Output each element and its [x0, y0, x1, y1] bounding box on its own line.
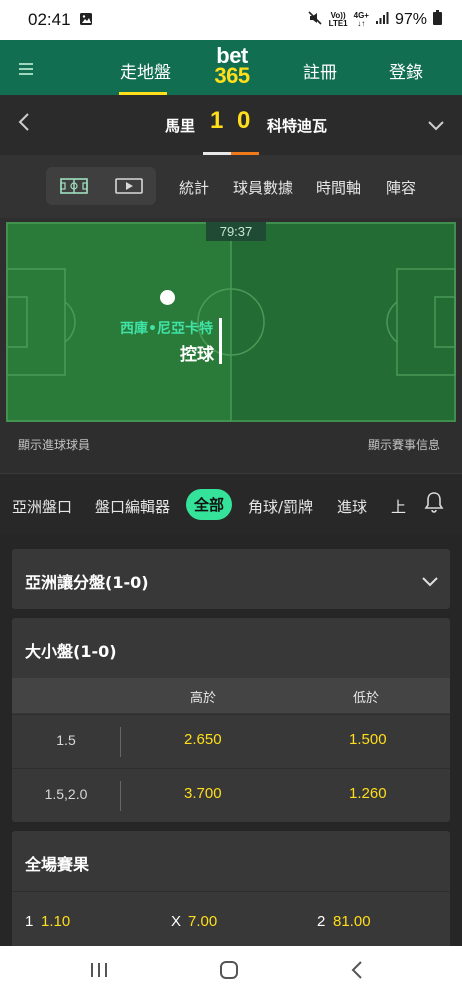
gallery-icon	[79, 11, 93, 30]
market-asian-handicap[interactable]: 亞洲讓分盤(1-0)	[12, 549, 450, 609]
home-icon[interactable]	[219, 960, 239, 984]
away-score: 0	[237, 107, 251, 134]
show-scorers-link[interactable]: 顯示進球球員	[18, 436, 90, 453]
status-bar: 02:41 Vo)) LTE1 4G+ ↓↑ 97%	[0, 0, 462, 40]
market-tab-more[interactable]: 上	[391, 496, 406, 517]
ball-icon	[160, 290, 175, 305]
chevron-left-icon[interactable]	[18, 112, 30, 138]
battery-icon	[433, 10, 442, 30]
tab-lineups[interactable]: 陣容	[386, 177, 416, 198]
bet365-logo[interactable]: bet 365	[207, 45, 257, 87]
market-over-under: 大小盤(1-0) 高於 低於 1.5 2.650 1.500 1.5,2.0 3…	[12, 618, 450, 822]
possession-marker	[219, 318, 222, 364]
market-title[interactable]: 全場賽果	[25, 851, 89, 875]
volte-indicator: Vo)) LTE1	[328, 11, 348, 28]
back-icon[interactable]	[350, 960, 364, 984]
market-title[interactable]: 大小盤(1-0)	[25, 638, 117, 662]
under-odds[interactable]: 1.260	[349, 785, 387, 802]
signal-icon	[375, 11, 389, 30]
col-under: 低於	[353, 691, 380, 706]
tab-stats[interactable]: 統計	[179, 177, 209, 198]
score-bar: 馬里 1 0 科特迪瓦	[0, 95, 462, 155]
market-tab-goals[interactable]: 進球	[337, 496, 367, 517]
mute-icon	[307, 10, 323, 31]
market-title: 亞洲讓分盤(1-0)	[25, 573, 149, 592]
chevron-down-icon[interactable]	[428, 112, 444, 136]
bell-icon[interactable]	[424, 491, 444, 517]
battery-percent: 97%	[394, 11, 427, 28]
top-nav: 走地盤 bet 365 註冊 登錄	[0, 40, 462, 95]
ou-line: 1.5,2.0	[44, 786, 88, 802]
divider	[120, 727, 121, 757]
market-tab-bet-builder[interactable]: 盤口編輯器	[95, 496, 170, 517]
football-pitch	[6, 222, 456, 422]
divider	[120, 781, 121, 811]
away-label: 2	[317, 913, 326, 930]
over-odds[interactable]: 3.700	[184, 785, 222, 802]
tab-player-stats[interactable]: 球員數據	[233, 177, 293, 198]
recent-apps-icon[interactable]	[89, 960, 109, 984]
market-tab-all[interactable]: 全部	[186, 489, 233, 520]
pitch-section: 79:37 西庫•尼亞卡特 控球 顯示進球球員 顯示賽事信息	[0, 218, 462, 473]
table-row: 1.5,2.0 3.700 1.260	[12, 768, 450, 821]
away-odds[interactable]: 81.00	[333, 913, 371, 930]
draw-label: X	[171, 913, 182, 930]
home-odds[interactable]: 1.10	[41, 913, 70, 930]
possession-team: 西庫•尼亞卡特	[120, 321, 213, 337]
away-team: 科特迪瓦	[267, 117, 328, 135]
market-full-time-result: 全場賽果 1 1.10 X 7.00 2 81.00	[12, 831, 450, 961]
nav-in-play[interactable]: 走地盤	[120, 58, 171, 83]
market-tab-asian[interactable]: 亞洲盤口	[12, 496, 72, 517]
market-tabs: 亞洲盤口 盤口編輯器 全部 角球/罰牌 進球 上	[0, 473, 462, 536]
network-type-indicator: 4G+ ↓↑	[353, 11, 369, 28]
possession-label: 控球	[180, 345, 214, 365]
table-row: 1.5 2.650 1.500	[12, 714, 450, 767]
pitch-view-icon[interactable]	[46, 178, 101, 194]
divider	[12, 891, 450, 892]
chevron-down-icon[interactable]	[422, 572, 438, 591]
market-tab-corners-cards[interactable]: 角球/罰牌	[248, 496, 313, 517]
nav-login[interactable]: 登錄	[389, 58, 423, 83]
match-subtabs: 統計 球員數據 時間軸 陣容	[0, 155, 462, 218]
tab-timeline[interactable]: 時間軸	[316, 177, 361, 198]
over-odds[interactable]: 2.650	[184, 731, 222, 748]
home-score: 1	[210, 107, 224, 134]
match-clock: 79:37	[206, 222, 266, 241]
video-view-icon[interactable]	[101, 178, 156, 194]
ou-header: 高於 低於	[12, 678, 450, 713]
nav-register[interactable]: 註冊	[303, 58, 337, 83]
menu-icon[interactable]	[0, 56, 52, 80]
ou-line: 1.5	[56, 732, 76, 748]
draw-odds[interactable]: 7.00	[188, 913, 217, 930]
under-odds[interactable]: 1.500	[349, 731, 387, 748]
home-label: 1	[25, 913, 34, 930]
system-nav-bar	[0, 946, 462, 1000]
show-match-info-link[interactable]: 顯示賽事信息	[368, 436, 440, 453]
markets-list: 亞洲讓分盤(1-0) 大小盤(1-0) 高於 低於 1.5 2.650 1.50…	[0, 535, 462, 961]
home-team: 馬里	[165, 117, 196, 135]
view-toggle	[46, 167, 156, 205]
col-over: 高於	[190, 691, 217, 706]
status-time: 02:41	[28, 10, 71, 29]
